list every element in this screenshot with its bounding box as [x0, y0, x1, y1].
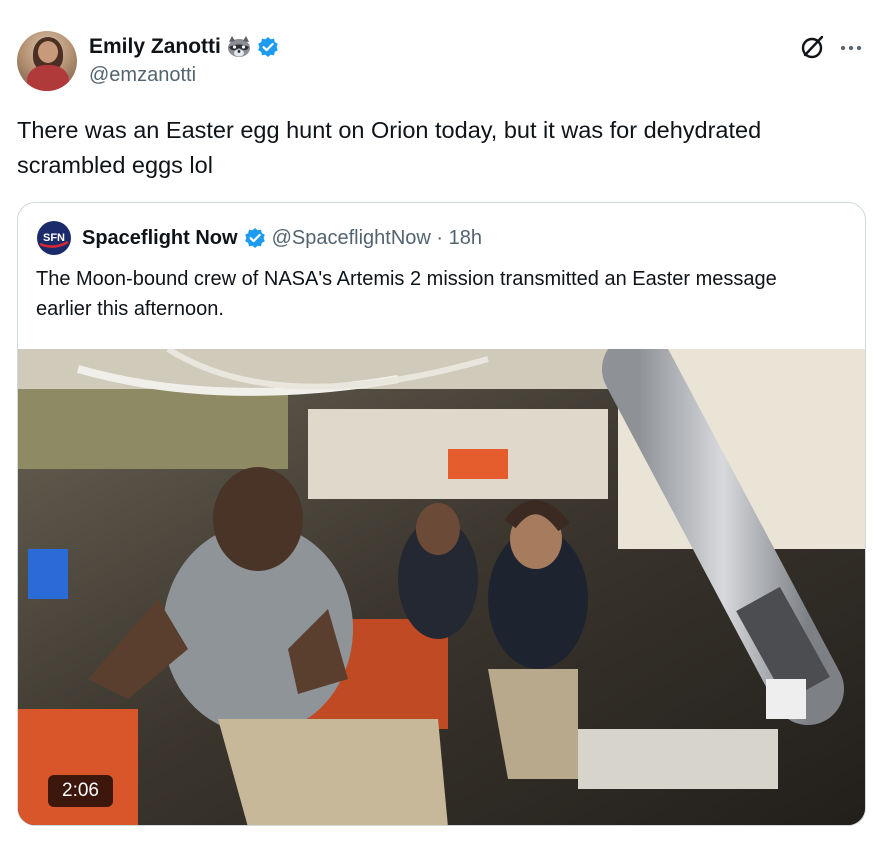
verified-badge-icon [244, 228, 265, 248]
avatar[interactable] [17, 31, 77, 91]
video-thumbnail[interactable]: 2:06 [18, 349, 865, 825]
video-frame [18, 349, 865, 825]
quoted-handle-time[interactable]: @SpaceflightNow · 18h [272, 227, 482, 250]
quoted-text: The Moon-bound crew of NASA's Artemis 2 … [36, 268, 777, 320]
author-row: Emily Zanotti [89, 33, 279, 61]
quoted-header: SFN Spaceflight Now @SpaceflightNow · 18… [36, 220, 482, 256]
video-duration: 2:06 [48, 775, 113, 807]
grok-icon[interactable] [800, 34, 826, 60]
raccoon-icon [227, 36, 250, 57]
author-handle[interactable]: @emzanotti [89, 64, 196, 87]
tweet-text: There was an Easter egg hunt on Orion to… [17, 117, 762, 178]
author-name[interactable]: Emily Zanotti [89, 35, 221, 59]
spaceflight-now-logo[interactable]: SFN [36, 220, 72, 256]
quoted-tweet[interactable]: SFN Spaceflight Now @SpaceflightNow · 18… [17, 202, 866, 826]
verified-badge-icon [258, 37, 278, 57]
tweet: Emily Zanotti @emzanotti There was an Ea… [0, 0, 874, 844]
quoted-name[interactable]: Spaceflight Now [82, 227, 238, 250]
logo-text: SFN [43, 232, 65, 244]
more-options-icon[interactable] [839, 36, 863, 60]
